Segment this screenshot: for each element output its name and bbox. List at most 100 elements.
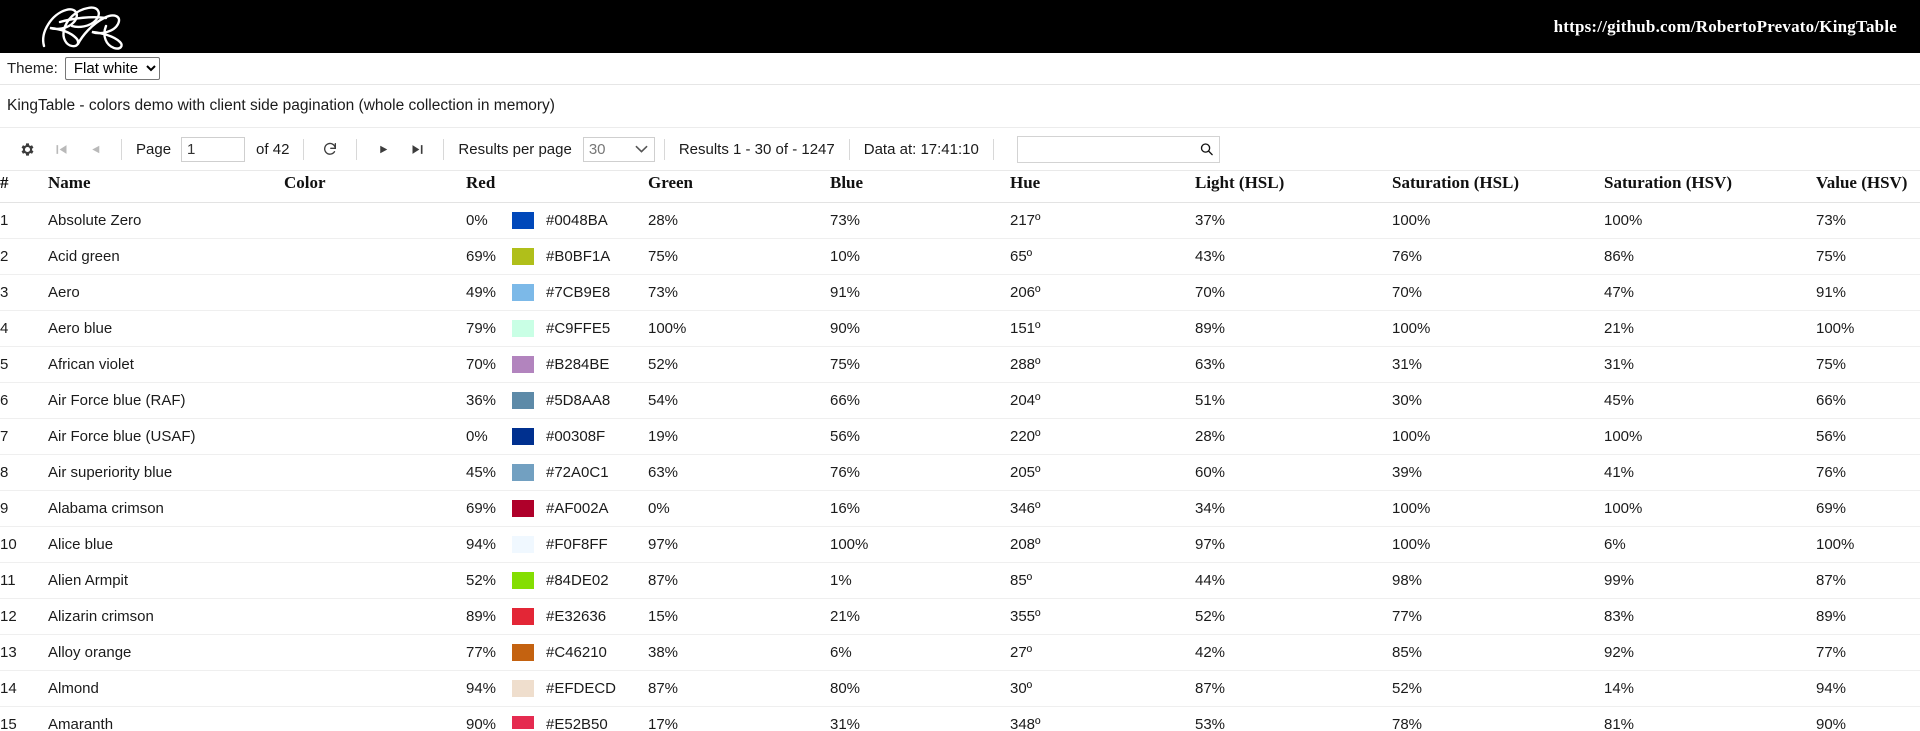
color-swatch-cell: #E52B50 (284, 706, 608, 729)
saturation-hsl: 30% (1392, 382, 1604, 419)
color-swatch-cell: #B0BF1A (284, 238, 610, 275)
saturation-hsv: 47% (1604, 274, 1816, 311)
green-percent: 38% (648, 634, 830, 671)
color-hex-value: #EFDECD (546, 680, 617, 697)
toolbar-divider (443, 138, 445, 160)
row-index: 13 (0, 634, 48, 671)
green-percent: 28% (648, 202, 830, 239)
table-row[interactable]: 1 Absolute Zero #0048BA 0% 28% 73% 217º 37% 100%… (0, 202, 1920, 239)
value-hsv: 87% (1816, 562, 1920, 599)
column-header-red[interactable]: Red (466, 171, 648, 203)
color-swatch (512, 500, 534, 517)
row-index: 7 (0, 418, 48, 455)
table-row[interactable]: 14 Almond #EFDECD 94% 87% 80% 30º 87% 52% 14% 94% (0, 670, 1920, 707)
color-swatch (512, 320, 534, 337)
column-header-sat-hsl[interactable]: Saturation (HSL) (1392, 171, 1604, 203)
table-row[interactable]: 13 Alloy orange #C46210 77% 38% 6% 27º 42% 85% 92… (0, 634, 1920, 671)
value-hsv: 75% (1816, 238, 1920, 275)
value-hsv: 100% (1816, 310, 1920, 347)
value-hsv: 94% (1816, 670, 1920, 707)
color-swatch (512, 356, 534, 373)
saturation-hsl: 100% (1392, 418, 1604, 455)
table-row[interactable]: 10 Alice blue #F0F8FF 94% 97% 100% 208º 97% 100%… (0, 526, 1920, 563)
table-row[interactable]: 6 Air Force blue (RAF) #5D8AA8 36% 54% 66% 204… (0, 382, 1920, 419)
hue-degrees: 348º (1010, 706, 1195, 729)
refresh-icon[interactable] (313, 132, 347, 166)
search-input[interactable] (1016, 135, 1220, 163)
color-name: Alabama crimson (48, 490, 284, 527)
table-row[interactable]: 12 Alizarin crimson #E32636 89% 15% 21% 355º 52… (0, 598, 1920, 635)
page-input[interactable] (181, 136, 246, 162)
saturation-hsv: 100% (1604, 202, 1816, 239)
color-hex-value: #B0BF1A (546, 248, 611, 265)
light-hsl: 63% (1195, 346, 1392, 383)
table-row[interactable]: 11 Alien Armpit #84DE02 52% 87% 1% 85º 44% 98% 99… (0, 562, 1920, 599)
table-row[interactable]: 8 Air superiority blue #72A0C1 45% 63% 76% 205… (0, 454, 1920, 491)
value-hsv: 76% (1816, 454, 1920, 491)
last-page-icon[interactable] (400, 132, 434, 166)
repository-url[interactable]: https://github.com/RobertoPrevato/KingTa… (1554, 17, 1897, 37)
color-swatch (512, 716, 534, 729)
table-row[interactable]: 5 African violet #B284BE 70% 52% 75% 288º 63% 31… (0, 346, 1920, 383)
green-percent: 19% (648, 418, 830, 455)
previous-page-icon[interactable] (78, 132, 112, 166)
column-header-name[interactable]: Name (48, 171, 284, 203)
color-swatch (512, 464, 534, 481)
blue-percent: 10% (830, 238, 1010, 275)
blue-percent: 16% (830, 490, 1010, 527)
table-header: # Name Color Red Green Blue Hue Light (H… (0, 171, 1920, 203)
hue-degrees: 151º (1010, 310, 1195, 347)
table-row[interactable]: 3 Aero #7CB9E8 49% 73% 91% 206º 70% 70% 47% 91% (0, 274, 1920, 311)
saturation-hsl: 52% (1392, 670, 1604, 707)
value-hsv: 77% (1816, 634, 1920, 671)
next-page-icon[interactable] (366, 132, 400, 166)
gear-icon[interactable] (10, 132, 44, 166)
search-icon[interactable] (1199, 142, 1214, 157)
theme-bar: Theme: Flat white (0, 53, 1920, 85)
saturation-hsv: 6% (1604, 526, 1816, 563)
color-hex-value: #7CB9E8 (546, 284, 611, 301)
column-header-light-hsl[interactable]: Light (HSL) (1195, 171, 1392, 203)
row-index: 9 (0, 490, 48, 527)
green-percent: 63% (648, 454, 830, 491)
column-header-index[interactable]: # (0, 171, 48, 203)
saturation-hsv: 21% (1604, 310, 1816, 347)
table-row[interactable]: 9 Alabama crimson #AF002A 69% 0% 16% 346º 34% 10… (0, 490, 1920, 527)
hue-degrees: 85º (1010, 562, 1195, 599)
hue-degrees: 217º (1010, 202, 1195, 239)
table-row[interactable]: 15 Amaranth #E52B50 90% 17% 31% 348º 53% 78% 81% 9… (0, 706, 1920, 729)
theme-select[interactable]: Flat white (64, 57, 160, 80)
table-row[interactable]: 7 Air Force blue (USAF) #00308F 0% 19% 56% 220… (0, 418, 1920, 455)
table-row[interactable]: 2 Acid green #B0BF1A 69% 75% 10% 65º 43% 76% 86% 7… (0, 238, 1920, 275)
green-percent: 100% (648, 310, 830, 347)
color-name: Air superiority blue (48, 454, 284, 491)
results-per-page-select[interactable]: 30 (582, 136, 655, 162)
blue-percent: 31% (830, 706, 1010, 729)
column-header-sat-hsv[interactable]: Saturation (HSV) (1604, 171, 1816, 203)
first-page-icon[interactable] (44, 132, 78, 166)
search-box (1016, 135, 1220, 163)
saturation-hsl: 100% (1392, 310, 1604, 347)
light-hsl: 37% (1195, 202, 1392, 239)
light-hsl: 53% (1195, 706, 1392, 729)
column-header-value-hsv[interactable]: Value (HSV) (1816, 171, 1920, 203)
saturation-hsl: 70% (1392, 274, 1604, 311)
column-header-green[interactable]: Green (648, 171, 830, 203)
site-header: https://github.com/RobertoPrevato/KingTa… (0, 0, 1920, 53)
hue-degrees: 288º (1010, 346, 1195, 383)
column-header-hue[interactable]: Hue (1010, 171, 1195, 203)
color-name: Air Force blue (RAF) (48, 382, 284, 419)
blue-percent: 76% (830, 454, 1010, 491)
green-percent: 87% (648, 670, 830, 707)
colors-table: # Name Color Red Green Blue Hue Light (H… (0, 171, 1920, 729)
saturation-hsv: 41% (1604, 454, 1816, 491)
saturation-hsv: 99% (1604, 562, 1816, 599)
color-name: Acid green (48, 238, 284, 275)
column-header-blue[interactable]: Blue (830, 171, 1010, 203)
saturation-hsl: 31% (1392, 346, 1604, 383)
hue-degrees: 30º (1010, 670, 1195, 707)
table-scroll-region[interactable]: # Name Color Red Green Blue Hue Light (H… (0, 171, 1920, 729)
table-row[interactable]: 4 Aero blue #C9FFE5 79% 100% 90% 151º 89% 100% 21… (0, 310, 1920, 347)
column-header-color[interactable]: Color (284, 171, 466, 203)
color-hex-value: #F0F8FF (546, 536, 608, 553)
